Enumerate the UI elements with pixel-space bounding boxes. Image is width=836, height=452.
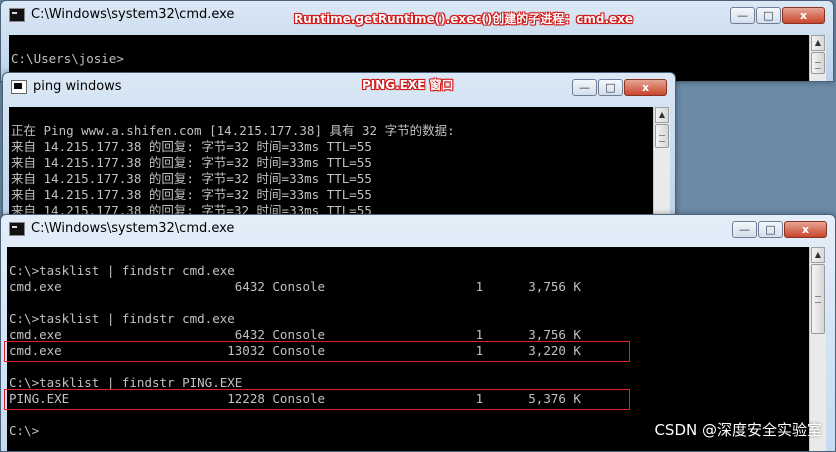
scroll-up-button[interactable]: ▲	[811, 35, 825, 51]
minimize-button[interactable]: —	[732, 221, 757, 238]
console-line: 来自 14.215.177.38 的回复: 字节=32 时间=33ms TTL=…	[11, 139, 372, 154]
maximize-button[interactable]: □	[598, 79, 623, 96]
close-button[interactable]: x	[782, 7, 825, 24]
maximize-button[interactable]: □	[758, 221, 783, 238]
console-line: 来自 14.215.177.38 的回复: 字节=32 时间=33ms TTL=…	[11, 171, 372, 186]
title-bar[interactable]: C:\Windows\system32\cmd.exe — □ x	[1, 215, 835, 245]
console-icon	[9, 222, 25, 236]
console-line: 来自 14.215.177.38 的回复: 字节=32 时间=33ms TTL=…	[11, 187, 372, 202]
console-output[interactable]: 正在 Ping www.a.shifen.com [14.215.177.38]…	[9, 107, 655, 223]
close-button[interactable]: x	[624, 79, 667, 96]
console-line: 来自 14.215.177.38 的回复: 字节=32 时间=33ms TTL=…	[11, 155, 372, 170]
console-line: C:\>tasklist | findstr cmd.exe	[9, 263, 235, 278]
highlight-ping-process	[4, 389, 630, 410]
window-title: C:\Windows\system32\cmd.exe	[31, 7, 235, 22]
vertical-scrollbar[interactable]: ▲	[653, 107, 670, 223]
ping-window[interactable]: ping windows — □ x 正在 Ping www.a.shifen.…	[2, 72, 676, 224]
minimize-button[interactable]: —	[730, 7, 755, 24]
scroll-thumb[interactable]	[655, 124, 669, 148]
console-line: C:\>tasklist | findstr cmd.exe	[9, 311, 235, 326]
console-line: cmd.exe 6432 Console 1 3,756 K	[9, 327, 581, 342]
title-bar[interactable]: ping windows — □ x	[3, 73, 675, 103]
scroll-up-button[interactable]: ▲	[655, 107, 669, 123]
window-title: C:\Windows\system32\cmd.exe	[31, 221, 235, 236]
window-title: ping windows	[33, 79, 122, 94]
console-icon	[9, 8, 25, 22]
console-line: C:\>tasklist | findstr PING.EXE	[9, 375, 243, 390]
console-line: 正在 Ping www.a.shifen.com [14.215.177.38]…	[11, 123, 455, 138]
cmd-window-bottom[interactable]: C:\Windows\system32\cmd.exe — □ x C:\>ta…	[0, 214, 836, 452]
close-button[interactable]: x	[784, 221, 827, 238]
annotation-subprocess: Runtime.getRuntime().exec()创建的子进程：cmd.ex…	[294, 12, 634, 26]
console-lines: 正在 Ping www.a.shifen.com [14.215.177.38]…	[11, 107, 655, 219]
app-icon	[11, 80, 27, 94]
vertical-scrollbar[interactable]: ▲	[809, 35, 826, 81]
watermark: CSDN @深度安全实验室	[654, 421, 822, 439]
console-line: cmd.exe 6432 Console 1 3,756 K	[9, 279, 581, 294]
highlight-cmd-process	[4, 341, 630, 362]
console-line: C:\>	[9, 423, 40, 438]
scroll-thumb[interactable]	[811, 264, 825, 334]
console-line: C:\Users\josie>	[11, 51, 124, 66]
minimize-button[interactable]: —	[572, 79, 597, 96]
maximize-button[interactable]: □	[756, 7, 781, 24]
console-lines: C:\Users\josie>	[11, 35, 811, 67]
annotation-ping-window: PING.EXE 窗口	[362, 78, 454, 92]
scroll-up-button[interactable]: ▲	[811, 247, 825, 263]
scroll-thumb[interactable]	[811, 52, 825, 74]
